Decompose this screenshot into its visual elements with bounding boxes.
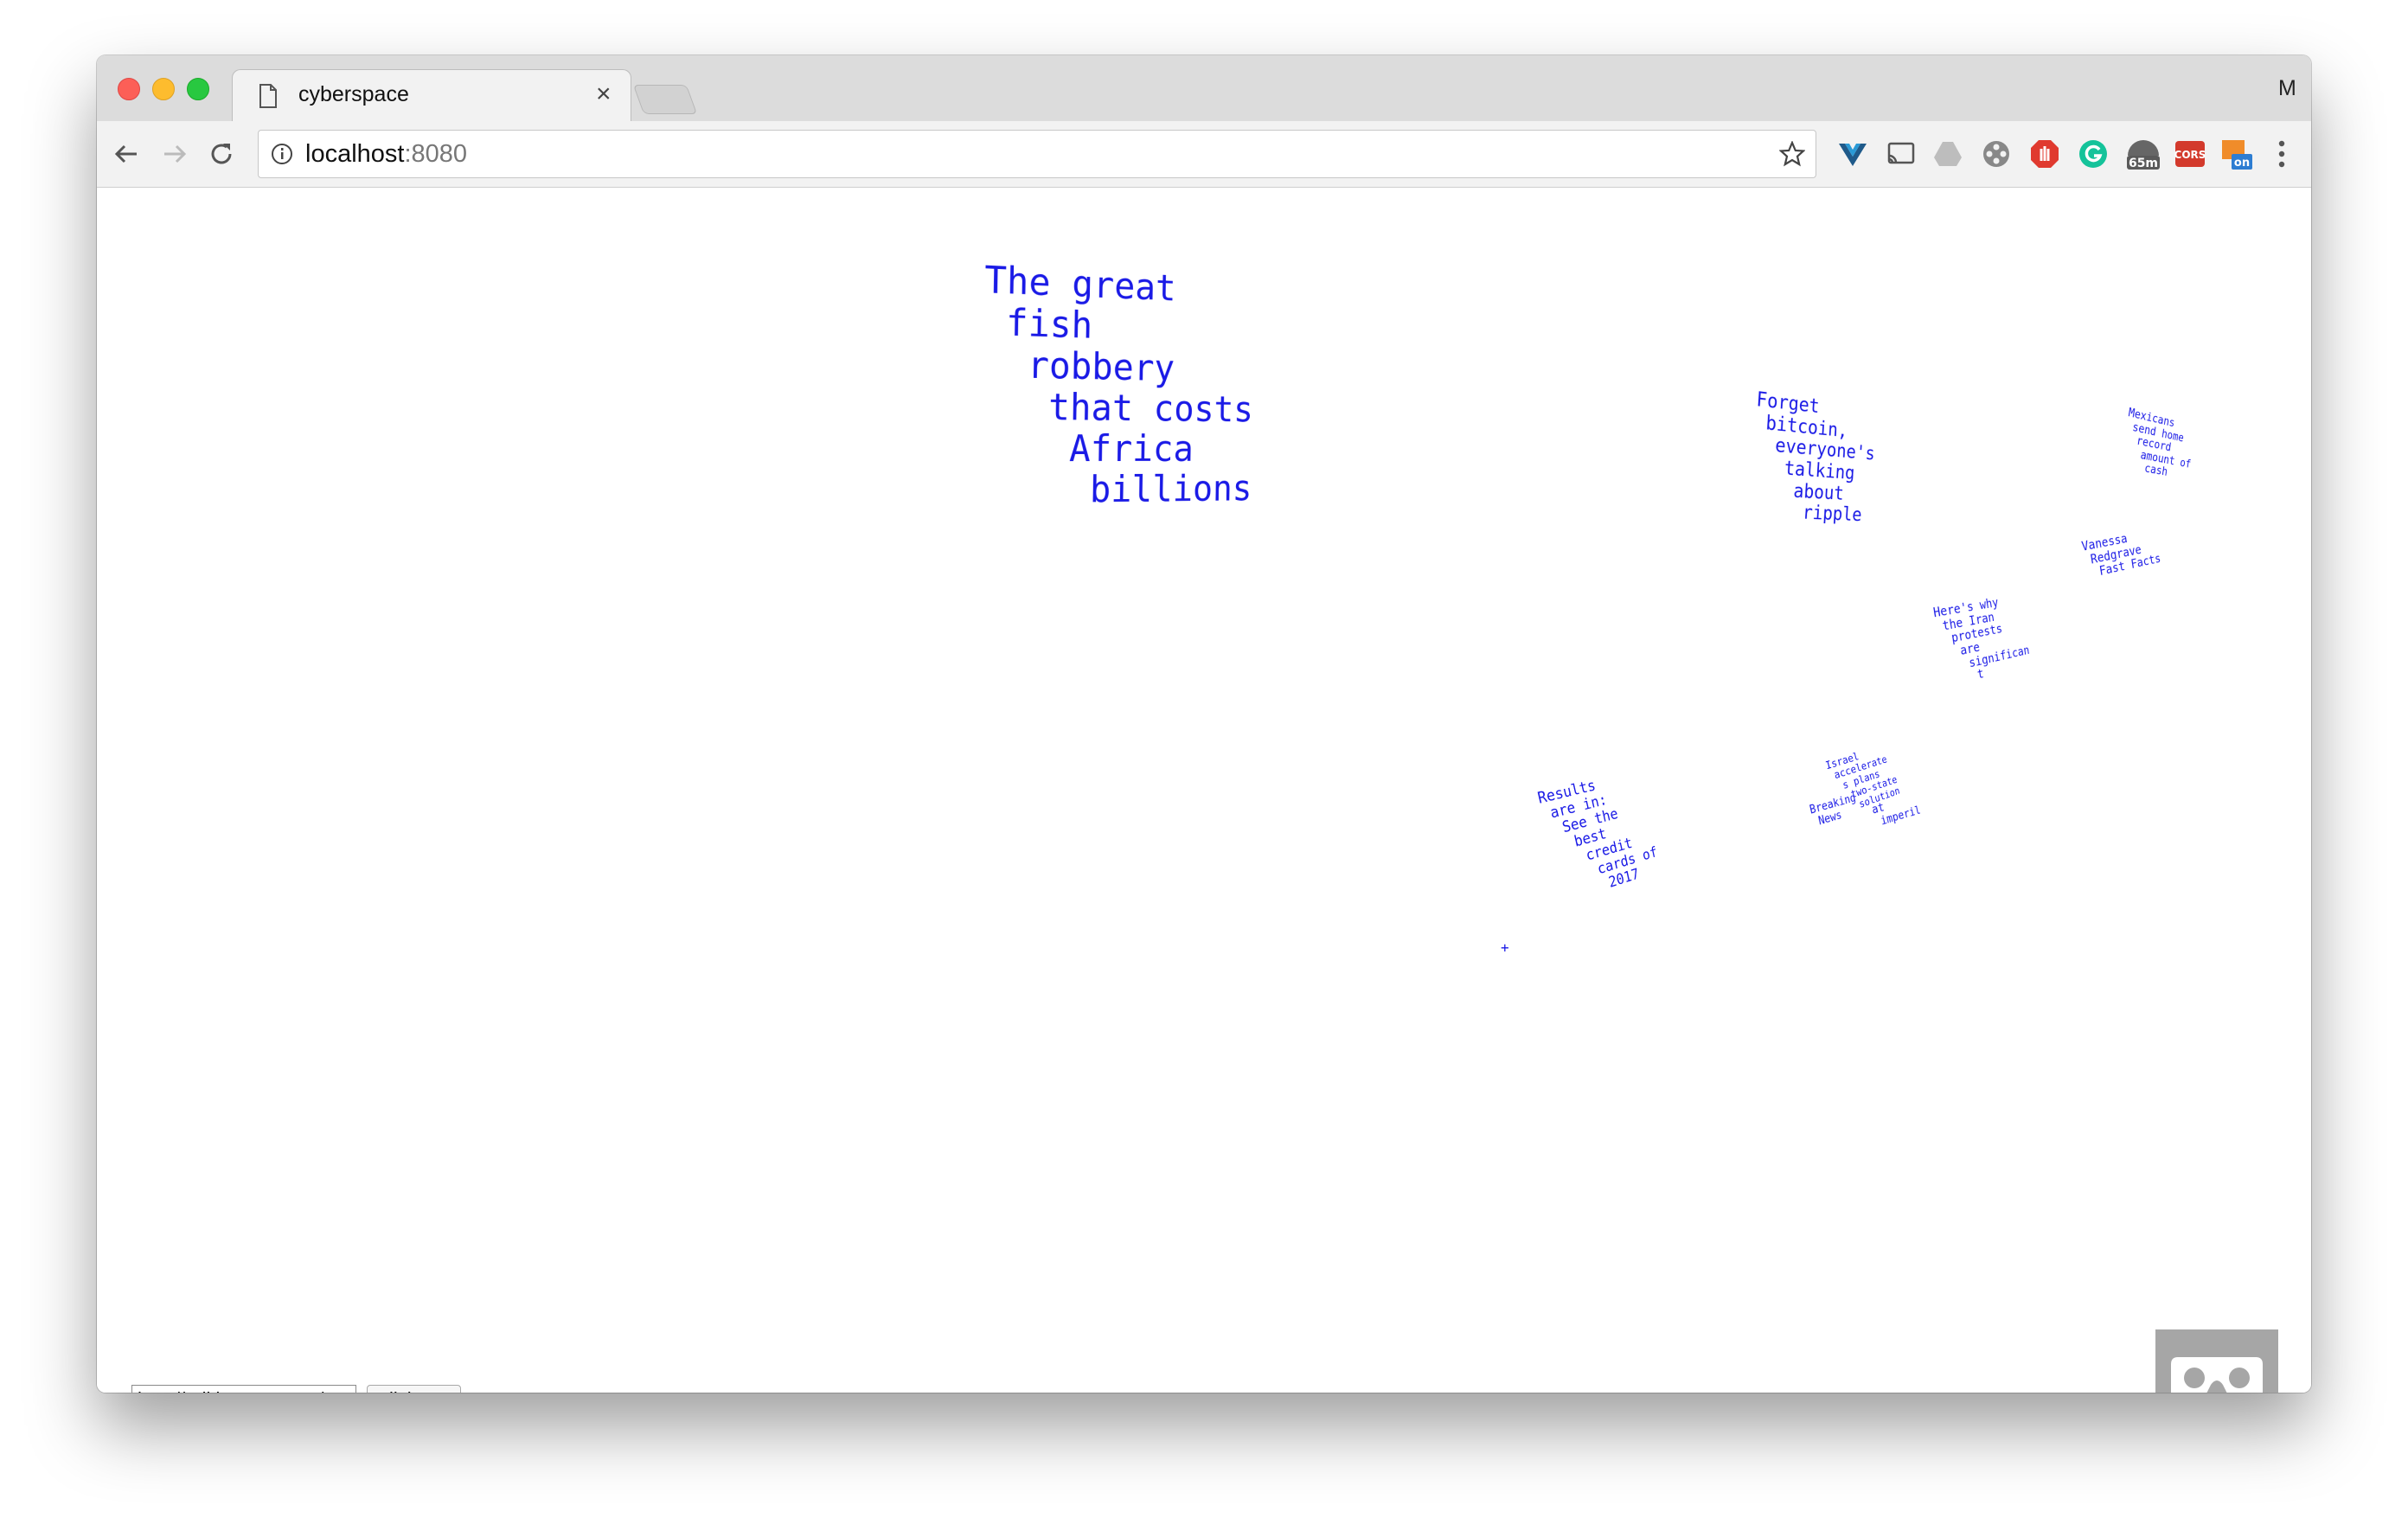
window-close-button[interactable] [118, 78, 140, 100]
drive-icon[interactable] [1931, 137, 1965, 171]
headline-vanessa-redgrave[interactable]: Vanessa Redgrave Fast Facts [2081, 528, 2162, 583]
tab-strip: cyberspace × M [97, 55, 2311, 124]
toolbar: localhost:8080 65m CORS on [97, 121, 2311, 188]
adblock-icon[interactable] [2027, 137, 2062, 171]
info-icon[interactable] [271, 143, 293, 165]
address-bar[interactable]: localhost:8080 [258, 130, 1816, 178]
window-minimize-button[interactable] [152, 78, 175, 100]
crosshair-cursor: + [1501, 939, 1509, 956]
headline-iran-protests[interactable]: Here's why the Iran protests are signifi… [1932, 593, 2032, 691]
url-port: :8080 [404, 140, 468, 168]
vr-mode-button[interactable] [2155, 1329, 2278, 1393]
more-menu-icon[interactable] [2277, 137, 2287, 171]
window-maximize-button[interactable] [187, 78, 209, 100]
back-arrow-icon[interactable] [112, 140, 140, 168]
headline-mexicans[interactable]: Mexicans send home record amount of cash [2119, 407, 2196, 484]
timer-badge: 65m [2129, 157, 2158, 170]
click-me-button[interactable]: click me [367, 1385, 462, 1393]
bookmark-star-icon[interactable] [1779, 141, 1805, 167]
cors-badge: CORS [2174, 149, 2206, 161]
webgl-scene[interactable]: The great fish robbery that costs Africa… [97, 188, 2311, 1393]
vuejs-devtools-icon[interactable] [1835, 137, 1870, 171]
browser-window: cyberspace × M localhost:8080 65m CORS o… [97, 55, 2311, 1393]
headline-breaking-news[interactable]: Breaking News [1809, 791, 1860, 830]
toggle-badge: on [2234, 157, 2250, 170]
cors-icon[interactable]: CORS [2173, 137, 2207, 171]
headline-credit-cards[interactable]: Results are in: See the best credit card… [1536, 767, 1662, 907]
toggle-extension-icon[interactable]: on [2219, 137, 2254, 171]
url-host: localhost [305, 140, 405, 168]
new-tab-button[interactable] [632, 85, 698, 114]
reload-icon[interactable] [208, 140, 235, 168]
url-input[interactable] [131, 1385, 356, 1393]
timer-icon[interactable]: 65m [2124, 137, 2162, 171]
grammarly-icon[interactable] [2076, 137, 2110, 171]
url-text: localhost:8080 [305, 140, 467, 169]
tab-cyberspace[interactable]: cyberspace × [232, 69, 631, 124]
film-reel-icon[interactable] [1979, 137, 2014, 171]
profile-button[interactable]: M [2278, 76, 2296, 101]
vr-headset-icon [2171, 1357, 2263, 1393]
tab-title: cyberspace [298, 82, 409, 106]
cast-icon[interactable] [1884, 137, 1918, 171]
close-icon[interactable]: × [596, 79, 612, 110]
page-icon [259, 84, 277, 108]
headline-ripple[interactable]: Forget bitcoin, everyone's talking about… [1748, 388, 1877, 527]
forward-arrow-icon[interactable] [161, 140, 189, 168]
headline-fish-robbery[interactable]: The great fish robbery that costs Africa… [981, 258, 1256, 512]
